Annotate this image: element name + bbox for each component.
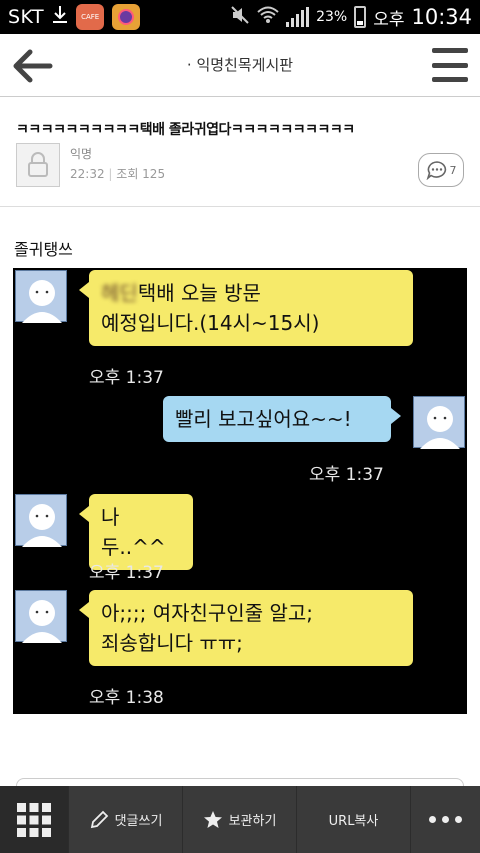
avatar: [15, 270, 67, 323]
chat-text: 아;;;; 여자친구인줄 알고;: [101, 601, 314, 625]
comment-count-button[interactable]: 7: [418, 153, 464, 187]
hamburger-menu-icon[interactable]: [432, 48, 468, 82]
carrier-name: SKT: [8, 6, 45, 28]
post-body-text: 졸귀탱쓰: [14, 240, 73, 259]
chat-time: 오후 1:37: [89, 563, 164, 583]
status-left: SKT CAFE: [8, 4, 141, 30]
speech-bubble-icon: [426, 161, 446, 180]
mute-icon: [230, 5, 250, 30]
battery-icon: [354, 6, 367, 28]
avatar: [15, 590, 67, 643]
write-comment-label: 댓글쓰기: [114, 814, 163, 829]
star-icon: [203, 810, 222, 828]
post-meta: 22:32 | 조회 125: [70, 167, 166, 181]
chat-bubble: 헤딘택배 오늘 방문 예정입니다.(14시~15시): [79, 270, 413, 346]
wifi-icon: [257, 6, 279, 29]
chat-bubble: 아;;;; 여자친구인줄 알고; 죄송합니다 ㅠㅠ;: [79, 590, 413, 666]
avatar: [413, 396, 465, 449]
status-right: 23% 오후 10:34: [230, 5, 472, 30]
grid-menu-icon[interactable]: [0, 786, 68, 853]
clock: 10:34: [411, 5, 472, 29]
chat-bubble: 빨리 보고싶어요~~!: [163, 396, 401, 442]
copy-url-button[interactable]: URL복사: [296, 786, 410, 853]
status-bar: SKT CAFE 23% 오후 10:34: [0, 0, 480, 34]
chat-text: 택배 오늘 방문: [137, 281, 261, 305]
save-post-button[interactable]: 보관하기: [182, 786, 296, 853]
signal-icon: [286, 7, 310, 27]
chat-text: 나두..^^: [101, 505, 166, 559]
lock-icon: [16, 143, 60, 187]
more-dots-icon[interactable]: [410, 786, 480, 853]
post-header: ㅋㅋㅋㅋㅋㅋㅋㅋㅋㅋ택배 졸라귀엽다ㅋㅋㅋㅋㅋㅋㅋㅋㅋㅋ 익명 22:32 | …: [0, 97, 480, 207]
avatar: [15, 494, 67, 547]
app-icon: [112, 4, 141, 30]
chat-time: 오후 1:37: [309, 465, 384, 485]
post-author: 익명: [70, 147, 93, 161]
write-comment-button[interactable]: 댓글쓰기: [68, 786, 182, 853]
app-header: · 익명친목게시판: [0, 34, 480, 97]
chat-text: 죄송합니다 ㅠㅠ;: [101, 631, 243, 655]
chat-screenshot: 헤딘택배 오늘 방문 예정입니다.(14시~15시) 오후 1:37 빨리 보고…: [13, 268, 467, 714]
chat-time: 오후 1:37: [89, 368, 164, 388]
download-icon: [52, 5, 68, 30]
pencil-icon: [90, 810, 108, 828]
bottom-toolbar: 댓글쓰기 보관하기 URL복사: [0, 786, 480, 853]
chat-text: 빨리 보고싶어요~~!: [175, 407, 352, 431]
copy-url-label: URL복사: [328, 814, 379, 829]
save-post-label: 보관하기: [228, 814, 277, 829]
time-period: 오후: [373, 9, 405, 30]
chat-text: 예정입니다.(14시~15시): [101, 311, 320, 335]
post-title: ㅋㅋㅋㅋㅋㅋㅋㅋㅋㅋ택배 졸라귀엽다ㅋㅋㅋㅋㅋㅋㅋㅋㅋㅋ: [16, 122, 355, 138]
comment-count: 7: [449, 163, 457, 177]
post-time: 22:32: [70, 167, 105, 181]
chat-time: 오후 1:38: [89, 688, 164, 708]
battery-percent: 23%: [316, 9, 348, 25]
blurred-text: 헤딘: [101, 281, 138, 305]
post-views: 조회 125: [116, 167, 166, 181]
cafe-app-icon: CAFE: [76, 4, 105, 30]
board-title: · 익명친목게시판: [186, 56, 294, 74]
